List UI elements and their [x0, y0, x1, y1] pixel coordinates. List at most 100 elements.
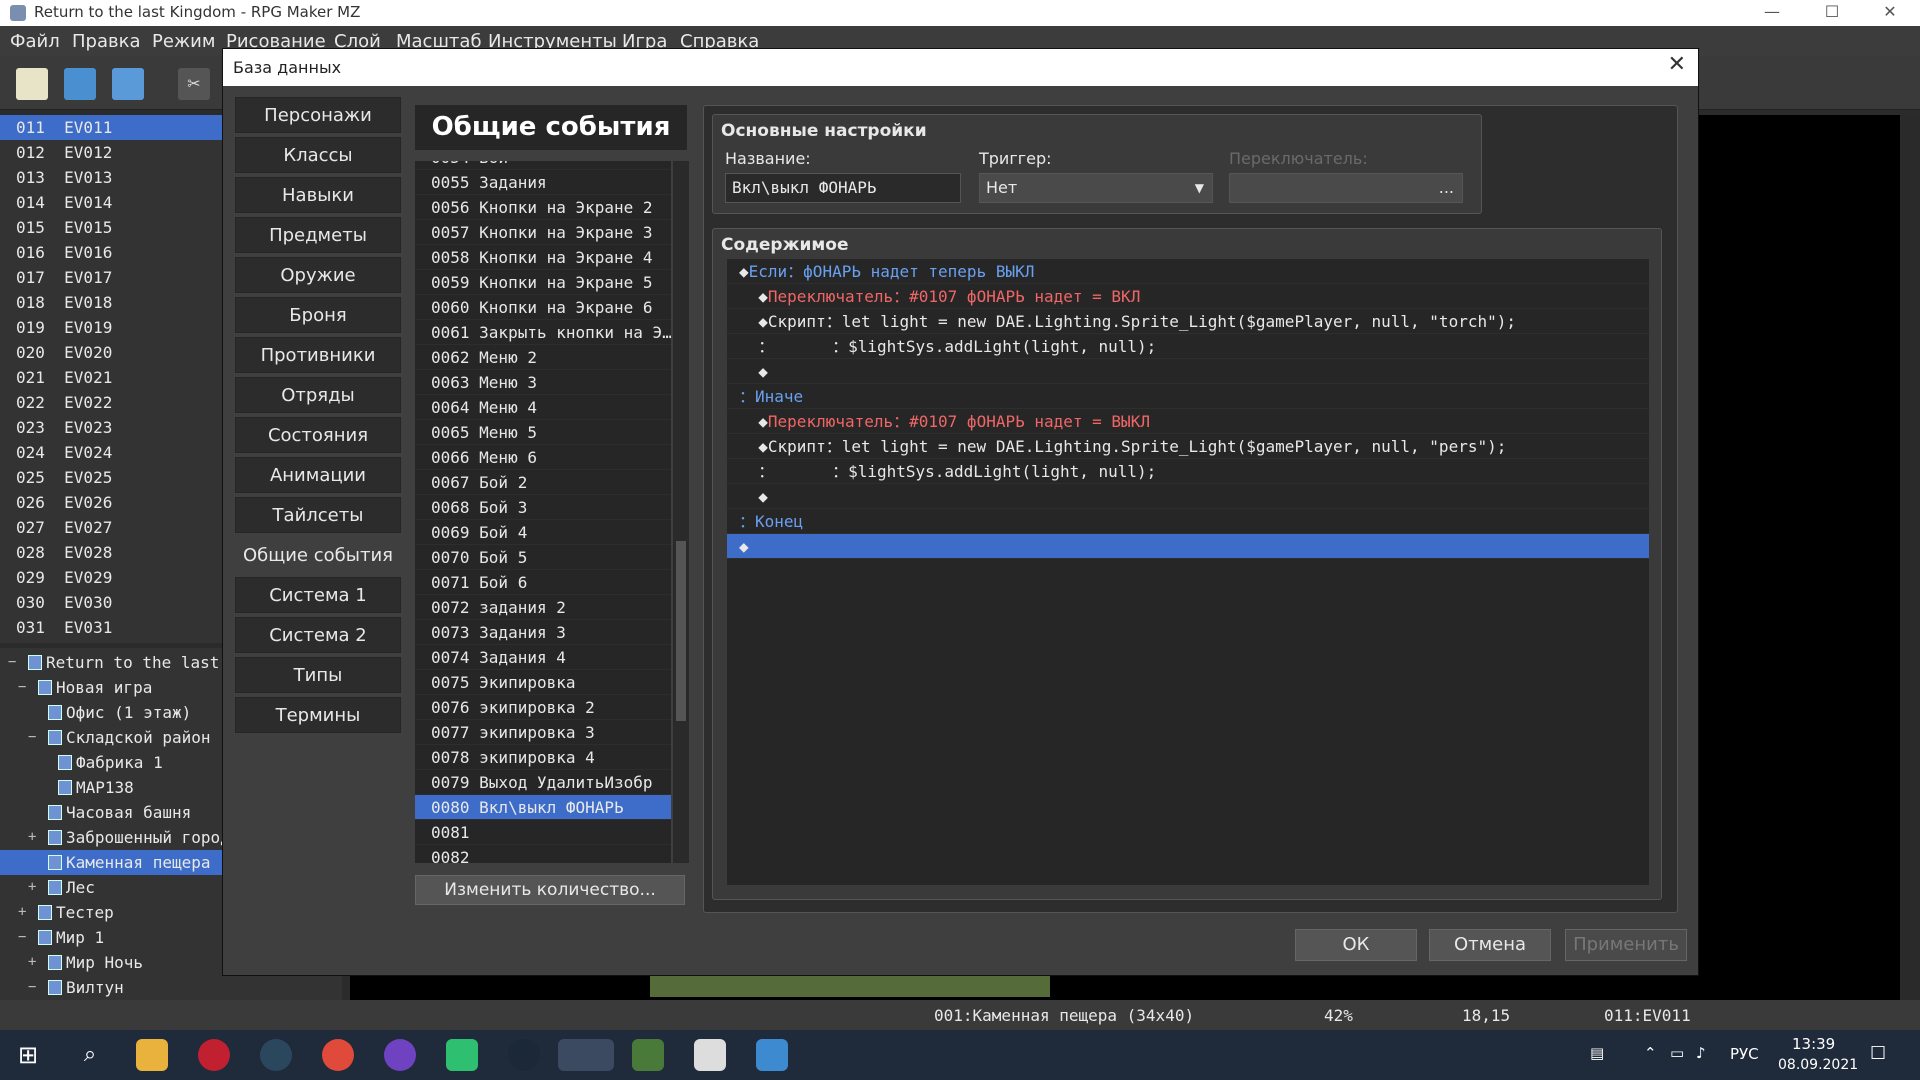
tree-item-label[interactable]: Новая игра: [56, 678, 152, 697]
list-item[interactable]: 0063 Меню 3: [415, 370, 671, 395]
tray-chevron-icon[interactable]: ⌃: [1644, 1044, 1657, 1062]
close-icon[interactable]: ✕: [1668, 52, 1686, 77]
list-item[interactable]: 011 EV011: [0, 115, 224, 140]
app-map-icon[interactable]: [632, 1039, 664, 1071]
list-item[interactable]: 0077 экипировка 3: [415, 720, 671, 745]
tree-item-label[interactable]: Фабрика 1: [76, 753, 163, 772]
tab-terms[interactable]: Термины: [235, 697, 401, 733]
list-item[interactable]: 0069 Бой 4: [415, 520, 671, 545]
list-item[interactable]: 017 EV017: [0, 265, 224, 290]
list-item[interactable]: 0060 Кнопки на Экране 6: [415, 295, 671, 320]
save-project-icon[interactable]: [112, 68, 144, 100]
map-event-list[interactable]: 011 EV011 012 EV012 013 EV013 014 EV014 …: [0, 115, 224, 643]
command-line[interactable]: ◆Скрипт：let light = new DAE.Lighting.Spr…: [727, 309, 1649, 334]
notifications-icon[interactable]: ☐: [1870, 1043, 1886, 1064]
list-item[interactable]: 0076 экипировка 2: [415, 695, 671, 720]
tab-troops[interactable]: Отряды: [235, 377, 401, 413]
tree-item-label[interactable]: Return to the last K: [46, 653, 239, 672]
command-line[interactable]: ◆: [727, 484, 1649, 509]
clock-time[interactable]: 13:39: [1792, 1035, 1835, 1053]
tab-system-2[interactable]: Система 2: [235, 617, 401, 653]
minimize-button[interactable]: —: [1744, 0, 1800, 26]
list-item[interactable]: 0067 Бой 2: [415, 470, 671, 495]
list-item[interactable]: 0073 Задания 3: [415, 620, 671, 645]
tree-item-label[interactable]: Часовая башня: [66, 803, 191, 822]
close-window-button[interactable]: ✕: [1862, 0, 1918, 26]
list-item[interactable]: 026 EV026: [0, 490, 224, 515]
tree-item-label[interactable]: MAP138: [76, 778, 134, 797]
collapse-icon[interactable]: −: [28, 725, 36, 750]
chrome-icon[interactable]: [322, 1039, 354, 1071]
list-item[interactable]: 0068 Бой 3: [415, 495, 671, 520]
tab-common-events[interactable]: Общие события: [235, 537, 401, 573]
steam-2-icon[interactable]: [508, 1039, 540, 1071]
list-item[interactable]: 025 EV025: [0, 465, 224, 490]
list-item[interactable]: 0065 Меню 5: [415, 420, 671, 445]
list-item[interactable]: 015 EV015: [0, 215, 224, 240]
list-item[interactable]: 027 EV027: [0, 515, 224, 540]
list-item[interactable]: 021 EV021: [0, 365, 224, 390]
list-item[interactable]: 0059 Кнопки на Экране 5: [415, 270, 671, 295]
list-item[interactable]: 0061 Закрыть кнопки на Э…: [415, 320, 671, 345]
list-item[interactable]: 0058 Кнопки на Экране 4: [415, 245, 671, 270]
tab-weapons[interactable]: Оружие: [235, 257, 401, 293]
news-icon[interactable]: ▤: [1590, 1044, 1604, 1062]
expand-icon[interactable]: +: [28, 950, 36, 975]
clock-date[interactable]: 08.09.2021: [1778, 1057, 1858, 1073]
list-item[interactable]: 0081: [415, 820, 671, 845]
list-item[interactable]: 013 EV013: [0, 165, 224, 190]
collapse-icon[interactable]: −: [18, 925, 26, 950]
list-item[interactable]: 0064 Меню 4: [415, 395, 671, 420]
language-indicator[interactable]: РУС: [1730, 1045, 1759, 1063]
app-red-icon[interactable]: [198, 1039, 230, 1071]
name-field[interactable]: Вкл\выкл ФОНАРЬ: [725, 173, 961, 203]
steam-icon[interactable]: [260, 1039, 292, 1071]
app-white-icon[interactable]: [694, 1039, 726, 1071]
map-scrollbar[interactable]: [1900, 115, 1920, 1000]
search-icon[interactable]: ⌕: [74, 1039, 106, 1071]
ok-button[interactable]: ОК: [1295, 929, 1417, 961]
tab-classes[interactable]: Классы: [235, 137, 401, 173]
list-item[interactable]: 0055 Задания: [415, 170, 671, 195]
list-item[interactable]: 0062 Меню 2: [415, 345, 671, 370]
command-line[interactable]: ：Конец: [727, 509, 1649, 534]
command-line[interactable]: ： ：$lightSys.addLight(light, null);: [727, 459, 1649, 484]
list-item[interactable]: 0082: [415, 845, 671, 863]
file-explorer-icon[interactable]: [136, 1039, 168, 1071]
tree-item-label[interactable]: Тестер: [56, 903, 114, 922]
list-item[interactable]: 028 EV028: [0, 540, 224, 565]
menu-mode[interactable]: Режим: [152, 31, 215, 52]
tab-tilesets[interactable]: Тайлсеты: [235, 497, 401, 533]
menu-file[interactable]: Файл: [10, 31, 60, 52]
apply-button[interactable]: Применить: [1565, 929, 1687, 961]
list-item[interactable]: 0074 Задания 4: [415, 645, 671, 670]
volume-icon[interactable]: ♪: [1696, 1044, 1706, 1062]
list-item[interactable]: 024 EV024: [0, 440, 224, 465]
tab-enemies[interactable]: Противники: [235, 337, 401, 373]
list-item[interactable]: 014 EV014: [0, 190, 224, 215]
list-item[interactable]: 031 EV031: [0, 615, 224, 640]
trigger-select[interactable]: Нет ▼: [979, 173, 1213, 203]
menu-edit[interactable]: Правка: [72, 31, 141, 52]
tree-item-label[interactable]: Офис (1 этаж): [66, 703, 191, 722]
list-item[interactable]: 030 EV030: [0, 590, 224, 615]
command-line[interactable]: ◆Скрипт：let light = new DAE.Lighting.Spr…: [727, 434, 1649, 459]
tree-item-label[interactable]: Каменная пещера: [66, 853, 211, 872]
list-item[interactable]: 019 EV019: [0, 315, 224, 340]
tree-item-label[interactable]: Вилтун: [66, 978, 124, 997]
expand-icon[interactable]: +: [28, 825, 36, 850]
list-item[interactable]: 0075 Экипировка: [415, 670, 671, 695]
tab-skills[interactable]: Навыки: [235, 177, 401, 213]
rpgmaker-icon[interactable]: [558, 1039, 614, 1071]
tab-states[interactable]: Состояния: [235, 417, 401, 453]
expand-icon[interactable]: +: [28, 875, 36, 900]
open-project-icon[interactable]: [64, 68, 96, 100]
collapse-icon[interactable]: −: [18, 675, 26, 700]
list-item[interactable]: 0056 Кнопки на Экране 2: [415, 195, 671, 220]
list-item[interactable]: 023 EV023: [0, 415, 224, 440]
tab-animations[interactable]: Анимации: [235, 457, 401, 493]
command-line[interactable]: ◆: [727, 534, 1649, 559]
app-green-icon[interactable]: [446, 1039, 478, 1071]
tab-armors[interactable]: Броня: [235, 297, 401, 333]
tab-items[interactable]: Предметы: [235, 217, 401, 253]
